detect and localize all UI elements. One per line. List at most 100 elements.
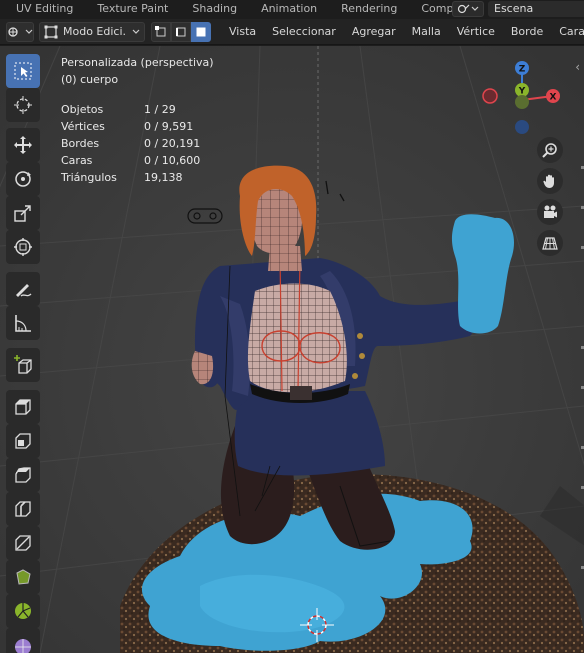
zoom-button[interactable]: [537, 137, 563, 163]
stat-value: 1 / 29: [144, 103, 176, 116]
spin-icon: [15, 603, 31, 619]
knife-icon: [15, 535, 31, 551]
cursor-icon: [14, 96, 32, 114]
scene-selector: Escena: [452, 0, 584, 18]
button: [357, 333, 363, 339]
perspective-toggle-button[interactable]: [537, 230, 563, 256]
rotate-tool[interactable]: [6, 162, 40, 196]
smooth-tool[interactable]: [6, 628, 40, 653]
tab-texture-paint[interactable]: Texture Paint: [85, 0, 180, 18]
menu-vertice[interactable]: Vértice: [449, 19, 503, 45]
view-name-label: Personalizada (perspectiva): [61, 56, 214, 69]
face-select-button[interactable]: [191, 21, 211, 42]
bevel-icon: [15, 467, 31, 483]
measure-icon: [15, 315, 31, 332]
transform-tool[interactable]: [6, 230, 40, 264]
gizmo-y-label: Y: [518, 87, 526, 97]
stat-value: 19,138: [144, 171, 183, 184]
scene-icon: [457, 4, 479, 14]
stat-value: 0 / 20,191: [144, 137, 201, 150]
annotate-tool[interactable]: [6, 272, 40, 306]
object-interaction-mode-button[interactable]: [6, 21, 34, 42]
stat-value: 0 / 9,591: [144, 120, 194, 133]
gizmo-neg-x[interactable]: [482, 88, 498, 104]
hand-icon: [543, 174, 554, 188]
stat-key: Triángulos: [61, 171, 117, 184]
gizmo-x-label: X: [550, 93, 557, 103]
stat-key: Bordes: [61, 137, 100, 150]
poly-build-tool[interactable]: [6, 560, 40, 594]
menu-seleccionar[interactable]: Seleccionar: [264, 19, 344, 45]
menu-borde[interactable]: Borde: [503, 19, 551, 45]
loop-cut-icon: [15, 501, 31, 517]
vertex-select-button[interactable]: [151, 21, 171, 42]
extrude-icon: [15, 399, 31, 415]
move-tool[interactable]: [6, 128, 40, 162]
edge-select-button[interactable]: [171, 21, 191, 42]
header-menu: Vista Seleccionar Agregar Malla Vértice …: [221, 19, 584, 45]
stat-row-faces: Caras 0 / 10,600: [61, 152, 200, 169]
pan-button[interactable]: [537, 168, 563, 194]
gizmo-neg-y[interactable]: [515, 95, 529, 109]
stat-row-objects: Objetos 1 / 29: [61, 101, 200, 118]
chevron-down-icon: [132, 29, 140, 34]
menu-cara[interactable]: Cara: [551, 19, 584, 45]
tool-shelf: [0, 46, 44, 653]
add-cube-tool[interactable]: [6, 348, 40, 382]
camera-view-button[interactable]: [537, 199, 563, 225]
knife-tool[interactable]: [6, 526, 40, 560]
menu-malla[interactable]: Malla: [404, 19, 449, 45]
stat-key: Objetos: [61, 103, 104, 116]
tab-rendering[interactable]: Rendering: [329, 0, 409, 18]
grid-perspective-icon: [542, 237, 558, 250]
face-select-icon: [196, 27, 206, 36]
smooth-icon: [15, 639, 31, 653]
gizmo-z-label: Z: [519, 65, 526, 75]
extrude-tool[interactable]: [6, 390, 40, 424]
tab-uv-editing[interactable]: UV Editing: [0, 0, 85, 18]
statistics-overlay: Objetos 1 / 29 Vértices 0 / 9,591 Bordes 0 …: [61, 101, 200, 186]
scene-name-field[interactable]: Escena: [488, 1, 584, 17]
skirt: [234, 391, 385, 476]
spin-tool[interactable]: [6, 594, 40, 628]
scale-icon: [14, 205, 31, 222]
select-mode-group: [151, 21, 211, 42]
bevel-tool[interactable]: [6, 458, 40, 492]
loop-cut-tool[interactable]: [6, 492, 40, 526]
tab-animation[interactable]: Animation: [249, 0, 329, 18]
scale-tool[interactable]: [6, 196, 40, 230]
edit-mode-icon: [44, 25, 58, 38]
menu-agregar[interactable]: Agregar: [344, 19, 404, 45]
edit-mode-dropdown[interactable]: Modo Edici...: [39, 21, 145, 42]
add-cube-icon: [14, 355, 32, 374]
transform-icon: [14, 238, 32, 256]
edge-markers: [581, 166, 584, 569]
stat-key: Vértices: [61, 120, 105, 133]
viewport-header: Modo Edici... Vista Seleccionar Agregar …: [0, 19, 584, 45]
edit-mode-label: Modo Edici...: [63, 25, 127, 38]
tab-shading[interactable]: Shading: [180, 0, 249, 18]
rotate-icon: [15, 171, 31, 187]
active-object-label: (0) cuerpo: [61, 73, 119, 86]
annotate-icon: [16, 284, 32, 297]
cursor-tool[interactable]: [6, 88, 40, 122]
select-box-icon: [14, 62, 32, 80]
menu-vista[interactable]: Vista: [221, 19, 264, 45]
poly-build-icon: [16, 569, 31, 585]
stat-value: 0 / 10,600: [144, 154, 201, 167]
zoom-icon: [542, 143, 557, 158]
stat-row-edges: Bordes 0 / 20,191: [61, 135, 200, 152]
move-icon: [14, 136, 32, 154]
measure-tool[interactable]: [6, 306, 40, 340]
inset-icon: [15, 433, 31, 449]
3d-viewport[interactable]: Personalizada (perspectiva) (0) cuerpo O…: [0, 46, 584, 653]
select-box-tool[interactable]: [6, 54, 40, 88]
belt-buckle: [290, 386, 312, 400]
button: [359, 353, 365, 359]
scene-browse-button[interactable]: [452, 1, 484, 17]
vertex-select-icon: [155, 25, 166, 36]
navigation-gizmo[interactable]: Z Y X: [470, 54, 570, 144]
inset-faces-tool[interactable]: [6, 424, 40, 458]
gizmo-neg-z[interactable]: [515, 120, 529, 134]
stat-row-triangles: Triángulos 19,138: [61, 169, 200, 186]
